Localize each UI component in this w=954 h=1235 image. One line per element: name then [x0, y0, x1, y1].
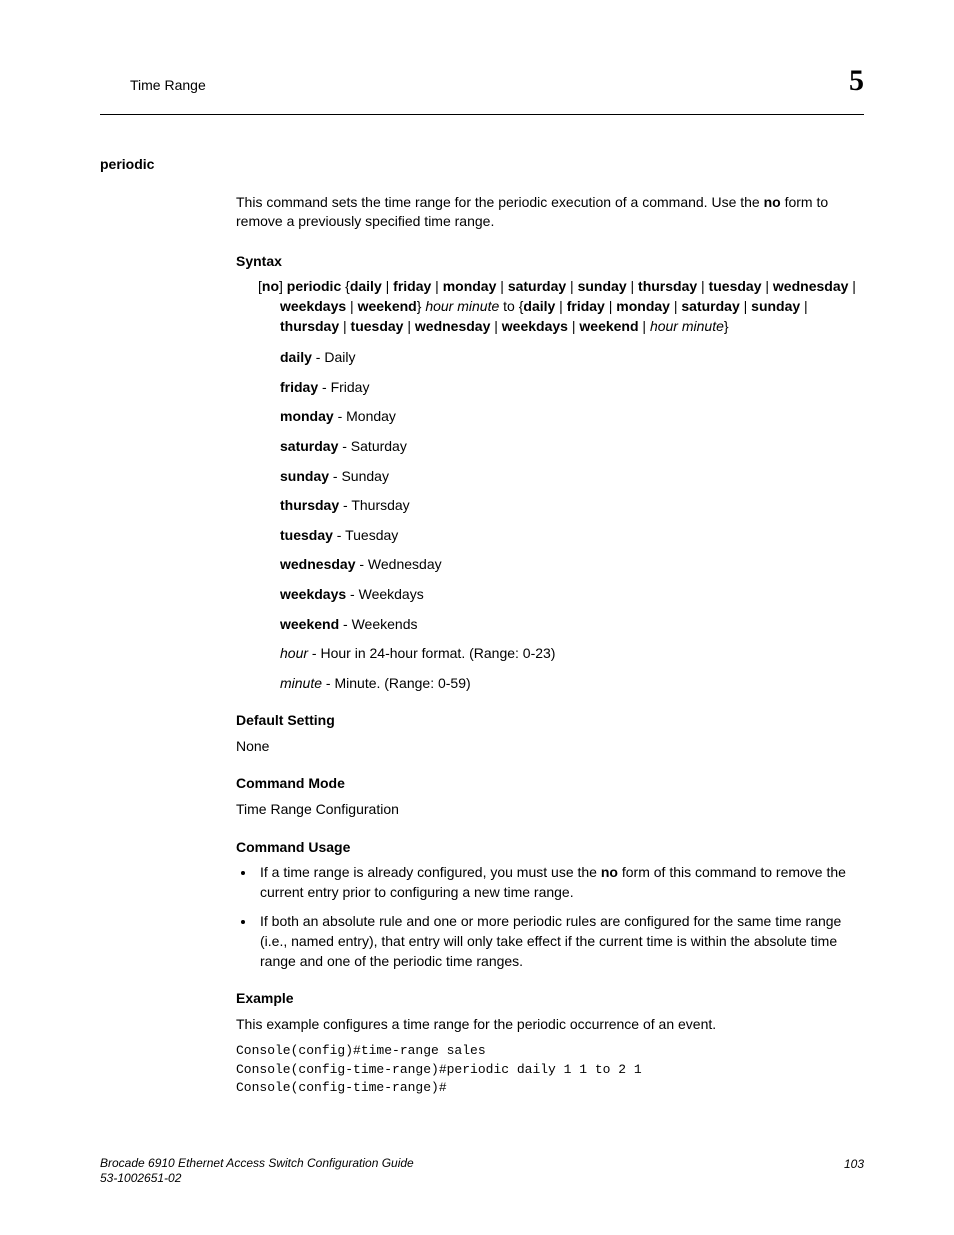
command-usage-title: Command Usage — [236, 838, 864, 858]
syntax-block: [no] periodic {daily | friday | monday |… — [236, 277, 864, 693]
parameter-item: thursday - Thursday — [280, 496, 864, 516]
example-intro: This example configures a time range for… — [236, 1015, 864, 1035]
command-mode-value: Time Range Configuration — [236, 800, 864, 820]
example-code: Console(config)#time-range sales Console… — [236, 1042, 864, 1097]
parameter-item: hour - Hour in 24-hour format. (Range: 0… — [280, 644, 864, 664]
parameter-item: weekend - Weekends — [280, 615, 864, 635]
page-header: Time Range 5 — [108, 60, 864, 102]
content-body: This command sets the time range for the… — [108, 193, 864, 1097]
footer-doc-title: Brocade 6910 Ethernet Access Switch Conf… — [100, 1156, 414, 1172]
parameter-item: monday - Monday — [280, 407, 864, 427]
parameter-item: weekdays - Weekdays — [280, 585, 864, 605]
parameter-item: sunday - Sunday — [280, 467, 864, 487]
parameter-item: friday - Friday — [280, 378, 864, 398]
command-description: This command sets the time range for the… — [236, 193, 864, 232]
parameter-item: daily - Daily — [280, 348, 864, 368]
chapter-number: 5 — [849, 60, 864, 102]
header-section-title: Time Range — [108, 76, 206, 96]
page-footer: Brocade 6910 Ethernet Access Switch Conf… — [100, 1156, 864, 1187]
page-number: 103 — [844, 1156, 864, 1187]
header-divider — [100, 114, 864, 115]
command-mode-title: Command Mode — [236, 774, 864, 794]
syntax-title: Syntax — [236, 252, 864, 272]
command-usage-list: If a time range is already configured, y… — [236, 863, 864, 971]
parameter-item: wednesday - Wednesday — [280, 555, 864, 575]
parameter-item: saturday - Saturday — [280, 437, 864, 457]
default-setting-title: Default Setting — [236, 711, 864, 731]
command-name: periodic — [100, 155, 864, 175]
example-title: Example — [236, 989, 864, 1009]
usage-item: If both an absolute rule and one or more… — [256, 912, 864, 971]
parameter-list: daily - Daily friday - Friday monday - Mon… — [258, 348, 864, 693]
parameter-item: minute - Minute. (Range: 0-59) — [280, 674, 864, 694]
footer-doc-number: 53-1002651-02 — [100, 1171, 414, 1187]
default-setting-value: None — [236, 737, 864, 757]
usage-item: If a time range is already configured, y… — [256, 863, 864, 902]
syntax-line: [no] periodic {daily | friday | monday |… — [258, 277, 864, 336]
parameter-item: tuesday - Tuesday — [280, 526, 864, 546]
